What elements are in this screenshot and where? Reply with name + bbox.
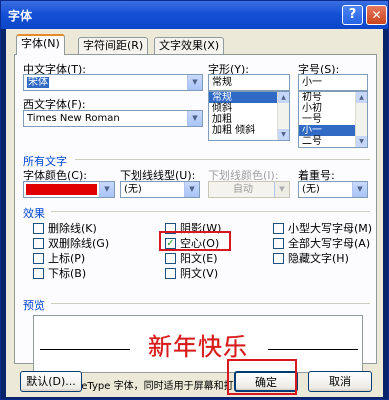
checkbox-label: 阴文(V) <box>180 267 219 280</box>
chevron-down-icon[interactable]: ▼ <box>352 182 367 197</box>
checkbox-box[interactable] <box>165 252 176 264</box>
window-title: 字体 <box>8 9 33 23</box>
engrave-checkbox[interactable]: 阴文(V) <box>165 265 218 281</box>
preview-group-title: 预览 <box>23 299 45 312</box>
checkbox-box[interactable] <box>273 237 284 249</box>
checkbox-box[interactable] <box>273 222 284 234</box>
strikethrough-checkbox[interactable]: 删除线(K) <box>33 220 97 236</box>
highlight-box <box>159 231 231 251</box>
superscript-checkbox[interactable]: 上标(P) <box>33 250 85 266</box>
scroll-up-icon[interactable]: ▲ <box>356 92 367 103</box>
preview-box: 新年快乐 <box>33 315 363 373</box>
style-input[interactable]: 常规 <box>208 74 290 91</box>
scroll-up-icon[interactable]: ▲ <box>278 92 289 103</box>
title-bar[interactable]: 字体 ? ✕ <box>1 1 388 29</box>
checkbox-label: 双删除线(G) <box>48 237 110 250</box>
divider <box>51 211 370 212</box>
chevron-down-icon[interactable]: ▼ <box>187 111 202 126</box>
checkbox-label: 上标(P) <box>48 252 86 265</box>
chevron-down-icon[interactable]: ▼ <box>99 182 114 197</box>
help-button[interactable]: ? <box>342 5 363 25</box>
style-value: 常规 <box>212 77 232 88</box>
scrollbar[interactable]: ▲ ▼ <box>277 92 289 140</box>
scrollbar[interactable]: ▲ ▼ <box>355 92 367 147</box>
checkbox-box[interactable] <box>33 252 44 264</box>
tab-character-spacing[interactable]: 字符间距(R) <box>78 37 149 54</box>
tab-font[interactable]: 字体(N) <box>16 34 65 55</box>
west-font-select[interactable]: Times New Roman ▼ <box>23 110 203 127</box>
font-color-picker[interactable]: ▼ <box>23 181 115 198</box>
underline-style-select[interactable]: (无) ▼ <box>120 181 200 198</box>
underline-color-value: 自动 <box>233 184 253 195</box>
checkbox-label: 全部大写字母(A) <box>288 237 371 250</box>
effects-group-title: 效果 <box>23 207 45 220</box>
underline-style-value: (无) <box>124 184 142 195</box>
chevron-down-icon[interactable]: ▼ <box>184 182 199 197</box>
checkbox-label: 阳文(E) <box>180 252 218 265</box>
size-list[interactable]: 初号 小初 一号 小一 二号 ▲ ▼ <box>298 91 368 148</box>
divider <box>75 159 370 160</box>
size-value: 小一 <box>302 77 322 88</box>
checkbox-box[interactable] <box>273 252 284 264</box>
close-button[interactable]: ✕ <box>366 5 387 25</box>
scroll-down-icon[interactable]: ▼ <box>278 129 289 140</box>
emphasis-select[interactable]: (无) ▼ <box>298 181 368 198</box>
underline-color-select: 自动 ▼ <box>208 181 290 198</box>
cn-font-select[interactable]: 宋体 ▼ <box>23 74 203 91</box>
checkbox-box[interactable] <box>165 267 176 279</box>
all-caps-checkbox[interactable]: 全部大写字母(A) <box>273 235 370 251</box>
subscript-checkbox[interactable]: 下标(B) <box>33 265 86 281</box>
double-strikethrough-checkbox[interactable]: 双删除线(G) <box>33 235 109 251</box>
color-fill <box>26 184 97 195</box>
small-caps-checkbox[interactable]: 小型大写字母(M) <box>273 220 372 236</box>
hidden-text-checkbox[interactable]: 隐藏文字(H) <box>273 250 349 266</box>
checkbox-label: 删除线(K) <box>48 222 97 235</box>
cancel-button[interactable]: 取消 <box>308 371 372 392</box>
scroll-down-icon[interactable]: ▼ <box>356 136 367 147</box>
west-font-value: Times New Roman <box>27 113 120 124</box>
emboss-checkbox[interactable]: 阳文(E) <box>165 250 218 266</box>
divider <box>51 303 370 304</box>
checkbox-label: 小型大写字母(M) <box>288 222 373 235</box>
chevron-down-icon: ▼ <box>274 182 289 197</box>
dialog-body: 字体(N) 字符间距(R) 文字效果(X) 中文字体(T): 宋体 ▼ 西文字体… <box>6 29 383 397</box>
checkbox-box[interactable] <box>33 267 44 279</box>
preview-sample-text: 新年快乐 <box>148 333 248 361</box>
highlight-box <box>227 359 297 395</box>
font-dialog: 字体 ? ✕ 字体(N) 字符间距(R) 文字效果(X) 中文字体(T): 宋体… <box>0 0 389 400</box>
checkbox-label: 隐藏文字(H) <box>288 252 349 265</box>
checkbox-label: 下标(B) <box>48 267 87 280</box>
cn-font-value: 宋体 <box>27 77 49 88</box>
tab-text-effects[interactable]: 文字效果(X) <box>154 37 225 54</box>
checkbox-box[interactable] <box>33 237 44 249</box>
style-list[interactable]: 常规 倾斜 加粗 加粗 倾斜 ▲ ▼ <box>208 91 290 141</box>
default-button[interactable]: 默认(D)... <box>20 371 82 392</box>
chevron-down-icon[interactable]: ▼ <box>187 75 202 90</box>
size-input[interactable]: 小一 <box>298 74 368 91</box>
checkbox-box[interactable] <box>33 222 44 234</box>
font-tab-panel: 中文字体(T): 宋体 ▼ 西文字体(F): Times New Roman ▼… <box>14 54 377 392</box>
emphasis-value: (无) <box>302 184 320 195</box>
